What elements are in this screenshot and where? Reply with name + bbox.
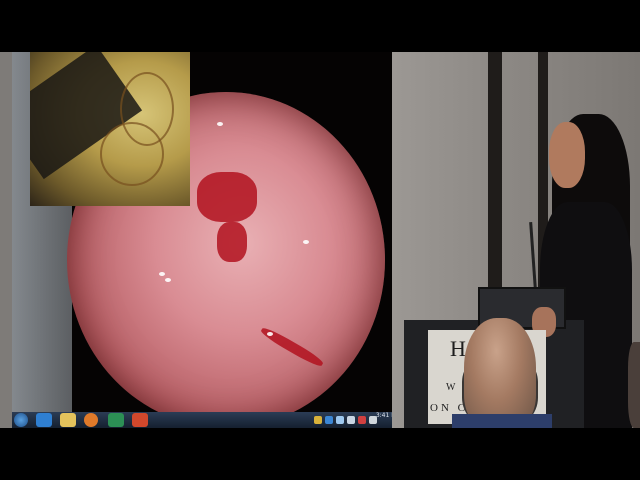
sign-text: W xyxy=(446,382,456,393)
audience-member-shoulder xyxy=(452,414,552,428)
network-icon[interactable] xyxy=(336,416,344,424)
audience-member-head xyxy=(464,318,536,428)
speaker-face xyxy=(549,122,585,188)
media-center-icon[interactable] xyxy=(108,413,124,427)
inset-surgical-view xyxy=(30,52,190,206)
light-glare xyxy=(303,240,309,244)
light-glare xyxy=(159,272,165,276)
file-explorer-icon[interactable] xyxy=(60,413,76,427)
system-tray xyxy=(314,413,378,427)
tissue-fold xyxy=(100,122,164,186)
blood-vessel xyxy=(217,222,247,262)
taskbar-clock[interactable]: 3:41 PM xyxy=(376,412,392,420)
audience-member-partial xyxy=(628,342,640,428)
flag-icon[interactable] xyxy=(314,416,322,424)
security-icon[interactable] xyxy=(358,416,366,424)
light-glare xyxy=(267,332,273,336)
light-glare xyxy=(165,278,171,282)
wall-column xyxy=(488,52,502,292)
clock-time: 3:41 PM xyxy=(375,412,392,419)
volume-icon[interactable] xyxy=(347,416,355,424)
media-player-icon[interactable] xyxy=(84,413,98,427)
update-icon[interactable] xyxy=(325,416,333,424)
windows-taskbar: 3:41 PM xyxy=(12,412,392,428)
start-orb-icon[interactable] xyxy=(14,413,28,427)
blood-vessel xyxy=(197,172,257,222)
video-frame: 3:41 PM H W ON C xyxy=(0,52,640,428)
projected-slide: 3:41 PM xyxy=(12,52,392,428)
internet-explorer-icon[interactable] xyxy=(36,413,52,427)
light-glare xyxy=(217,122,223,126)
lecture-room: H W ON C xyxy=(392,52,640,428)
powerpoint-icon[interactable] xyxy=(132,413,148,427)
